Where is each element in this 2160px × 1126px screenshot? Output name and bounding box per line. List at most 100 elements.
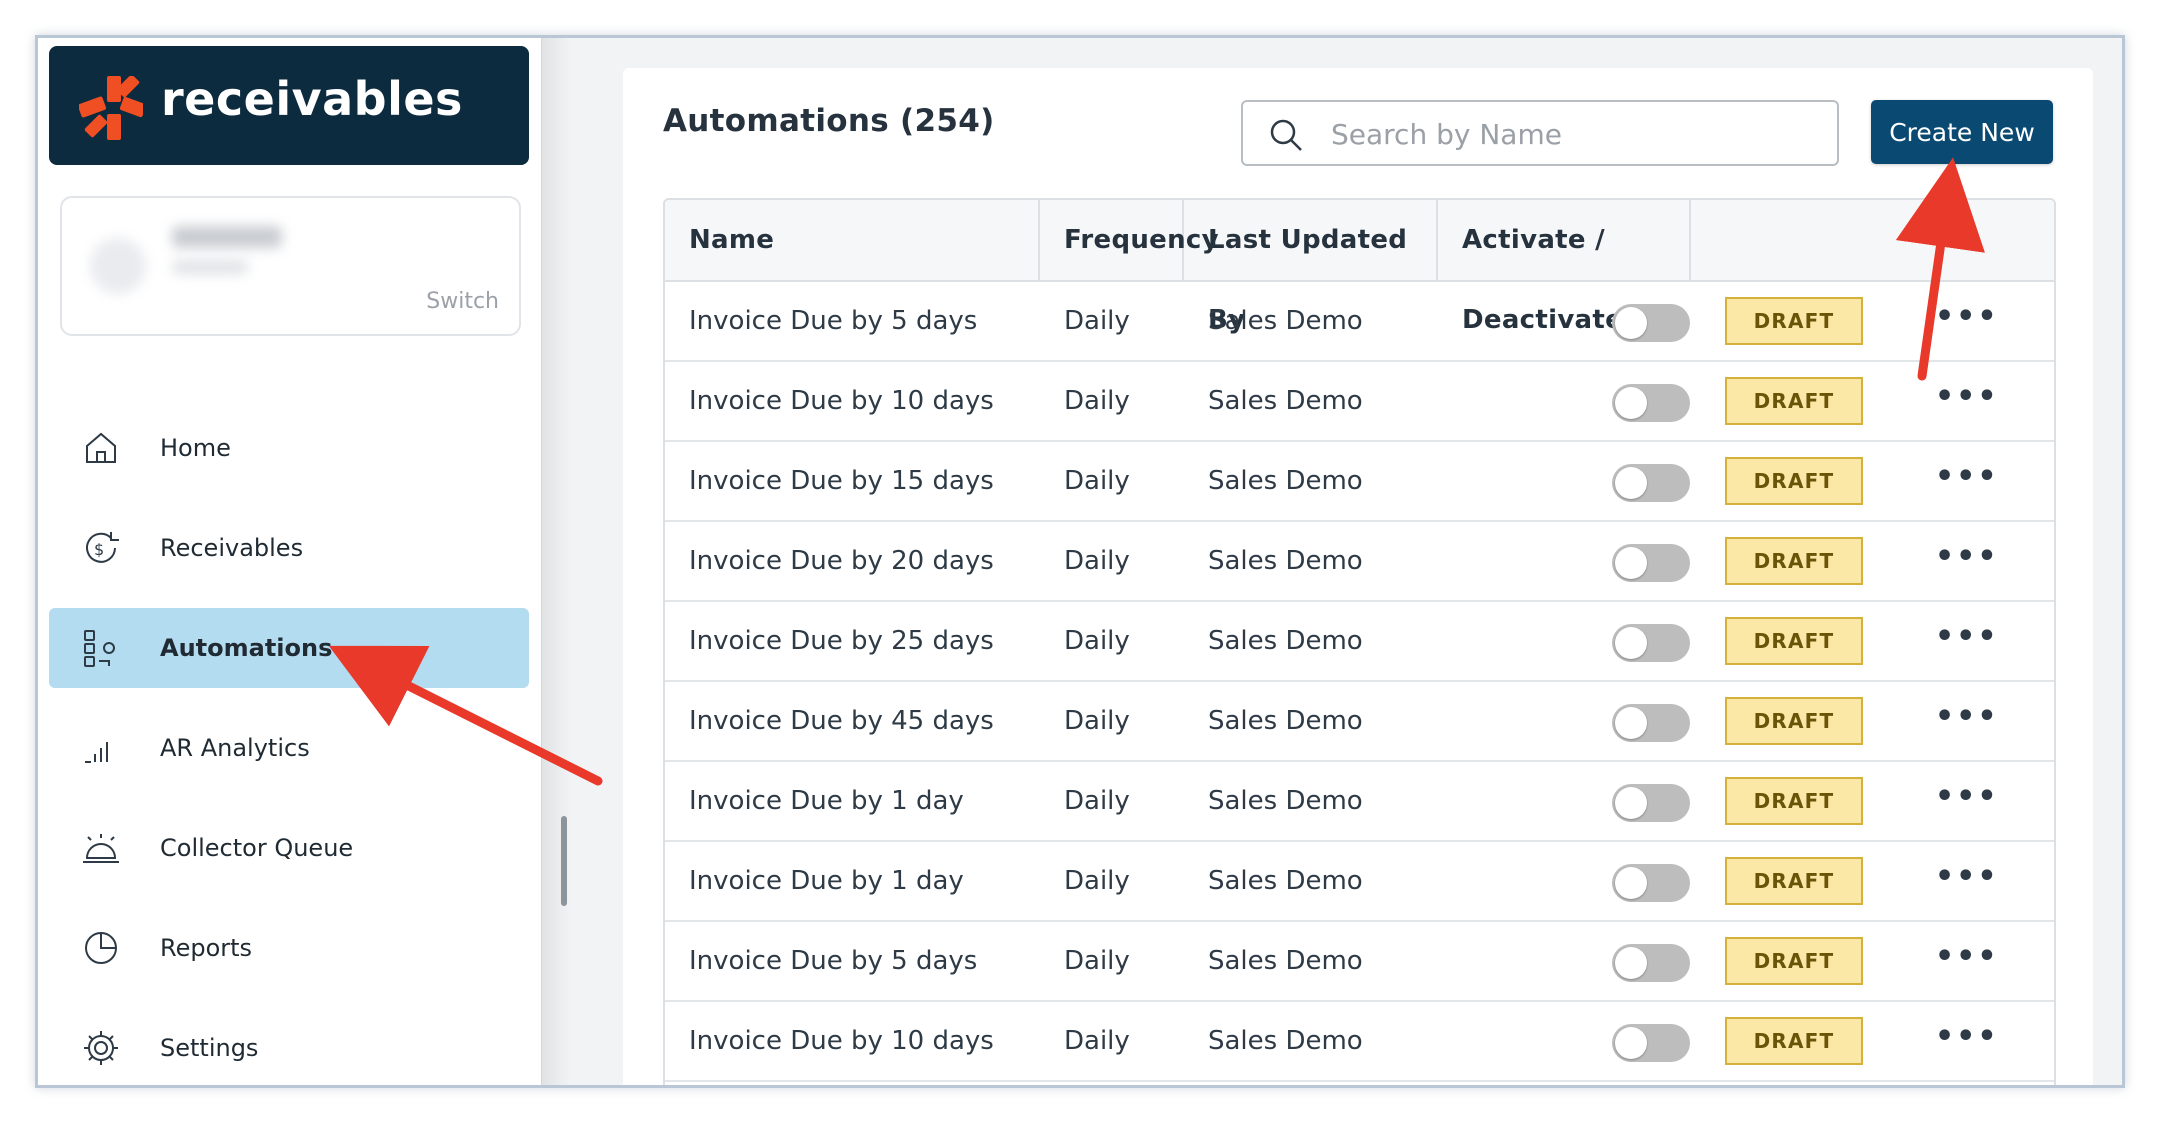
cell-updated-by: Sales Demo <box>1208 866 1363 896</box>
toggle-knob <box>1615 307 1647 339</box>
toggle-knob <box>1615 467 1647 499</box>
svg-text:$: $ <box>94 540 104 559</box>
activate-toggle[interactable] <box>1612 624 1690 662</box>
cell-updated-by: Sales Demo <box>1208 466 1363 496</box>
more-horizontal-icon[interactable]: ••• <box>1935 382 1997 422</box>
sidebar-item-label: Settings <box>160 1034 259 1062</box>
activate-toggle[interactable] <box>1612 384 1690 422</box>
table-row[interactable]: Invoice Due by 1 day Daily Sales Demo DR… <box>665 762 2054 842</box>
table-row[interactable]: Invoice Due by 10 days Daily Sales Demo … <box>665 1002 2054 1082</box>
cell-updated-by: Sales Demo <box>1208 306 1363 336</box>
activate-toggle[interactable] <box>1612 704 1690 742</box>
sidebar: receivables Switch Home $ Receivables Au… <box>38 38 542 1085</box>
cell-updated-by: Sales Demo <box>1208 546 1363 576</box>
search-icon <box>1270 119 1302 151</box>
more-horizontal-icon[interactable]: ••• <box>1935 1022 1997 1062</box>
service-bell-icon <box>83 834 119 863</box>
sidebar-item-reports[interactable]: Reports <box>49 908 529 988</box>
sidebar-item-collector-queue[interactable]: Collector Queue <box>49 808 529 888</box>
sidebar-item-label: Receivables <box>160 534 304 562</box>
sidebar-item-ar-analytics[interactable]: AR Analytics <box>49 708 529 788</box>
column-header-frequency[interactable]: Frequency <box>1040 200 1219 280</box>
page-title: Automations (254) <box>663 103 995 139</box>
sidebar-item-settings[interactable]: Settings <box>49 1008 529 1085</box>
sidebar-shadow <box>541 38 571 1085</box>
toggle-knob <box>1615 867 1647 899</box>
column-header-name[interactable]: Name <box>665 200 1040 280</box>
table-row[interactable]: Invoice Due by 20 days Daily Sales Demo … <box>665 522 2054 602</box>
account-switcher[interactable]: Switch <box>60 196 521 336</box>
activate-toggle[interactable] <box>1612 304 1690 342</box>
column-header-last-updated-by[interactable]: Last Updated By <box>1184 200 1438 335</box>
table-header: Name Frequency Last Updated By Activate … <box>665 200 2054 335</box>
more-horizontal-icon[interactable]: ••• <box>1935 782 1997 822</box>
app-window: receivables Switch Home $ Receivables Au… <box>35 35 2125 1088</box>
cell-name: Invoice Due by 10 days <box>689 1026 994 1056</box>
account-name-redacted <box>172 226 282 248</box>
table-row[interactable]: Invoice Due by 45 days Daily Sales Demo … <box>665 682 2054 762</box>
activate-toggle[interactable] <box>1612 944 1690 982</box>
more-horizontal-icon[interactable]: ••• <box>1935 462 1997 502</box>
activate-toggle[interactable] <box>1612 1024 1690 1062</box>
cell-frequency: Daily <box>1064 706 1130 736</box>
cell-updated-by: Sales Demo <box>1208 946 1363 976</box>
status-badge: DRAFT <box>1725 777 1863 825</box>
table-row[interactable]: Invoice Due by 1 day Daily Sales Demo DR… <box>665 842 2054 922</box>
status-badge: DRAFT <box>1725 697 1863 745</box>
table-row[interactable]: Invoice Due by 5 days Daily Sales Demo D… <box>665 922 2054 1002</box>
status-badge: DRAFT <box>1725 1017 1863 1065</box>
status-badge: DRAFT <box>1725 617 1863 665</box>
cell-frequency: Daily <box>1064 1026 1130 1056</box>
more-horizontal-icon[interactable]: ••• <box>1935 542 1997 582</box>
toggle-knob <box>1615 547 1647 579</box>
cell-updated-by: Sales Demo <box>1208 386 1363 416</box>
column-header-activate[interactable]: Activate / Deactivate <box>1438 200 1691 335</box>
activate-toggle[interactable] <box>1612 544 1690 582</box>
sidebar-item-label: AR Analytics <box>160 734 310 762</box>
cell-frequency: Daily <box>1064 946 1130 976</box>
cell-updated-by: Sales Demo <box>1208 626 1363 656</box>
asterisk-logo-icon <box>79 76 143 140</box>
cell-name: Invoice Due by 20 days <box>689 546 994 576</box>
more-horizontal-icon[interactable]: ••• <box>1935 942 1997 982</box>
table-row[interactable]: Invoice Due by 5 days Daily Sales Demo D… <box>665 282 2054 362</box>
dollar-cycle-icon: $ <box>86 532 119 563</box>
table-row[interactable]: Invoice Due by 15 days Daily Sales Demo … <box>665 442 2054 522</box>
search-box[interactable] <box>1241 100 1839 166</box>
automations-table: Name Frequency Last Updated By Activate … <box>663 198 2056 1085</box>
sidebar-scrollbar[interactable] <box>561 816 567 906</box>
cell-name: Invoice Due by 1 day <box>689 786 964 816</box>
switch-account-link[interactable]: Switch <box>426 289 499 314</box>
sidebar-item-label: Home <box>160 434 231 462</box>
search-input[interactable] <box>1329 112 1813 156</box>
status-badge: DRAFT <box>1725 457 1863 505</box>
table-row[interactable]: Invoice Due by 25 days Daily Sales Demo … <box>665 602 2054 682</box>
status-badge: DRAFT <box>1725 537 1863 585</box>
cell-name: Invoice Due by 45 days <box>689 706 994 736</box>
gear-icon <box>84 1031 118 1065</box>
cell-name: Invoice Due by 5 days <box>689 946 978 976</box>
automations-panel: Automations (254) Create New Name Freque… <box>623 68 2093 1085</box>
cell-frequency: Daily <box>1064 786 1130 816</box>
brand-logo[interactable]: receivables <box>49 46 529 165</box>
more-horizontal-icon[interactable]: ••• <box>1935 302 1997 342</box>
table-row[interactable]: Invoice Due by 10 days Daily Sales Demo … <box>665 362 2054 442</box>
create-new-button[interactable]: Create New <box>1871 100 2053 164</box>
activate-toggle[interactable] <box>1612 864 1690 902</box>
more-horizontal-icon[interactable]: ••• <box>1935 702 1997 742</box>
sidebar-item-automations[interactable]: Automations <box>49 608 529 688</box>
sidebar-item-label: Automations <box>160 634 333 662</box>
sidebar-item-receivables[interactable]: $ Receivables <box>49 508 529 588</box>
more-horizontal-icon[interactable]: ••• <box>1935 862 1997 902</box>
account-role-redacted <box>172 260 248 274</box>
cell-name: Invoice Due by 5 days <box>689 306 978 336</box>
home-icon <box>86 432 116 463</box>
activate-toggle[interactable] <box>1612 464 1690 502</box>
cell-frequency: Daily <box>1064 626 1130 656</box>
more-horizontal-icon[interactable]: ••• <box>1935 622 1997 662</box>
sidebar-item-home[interactable]: Home <box>49 408 529 488</box>
toggle-knob <box>1615 707 1647 739</box>
pie-chart-icon <box>85 932 117 964</box>
activate-toggle[interactable] <box>1612 784 1690 822</box>
cell-name: Invoice Due by 10 days <box>689 386 994 416</box>
